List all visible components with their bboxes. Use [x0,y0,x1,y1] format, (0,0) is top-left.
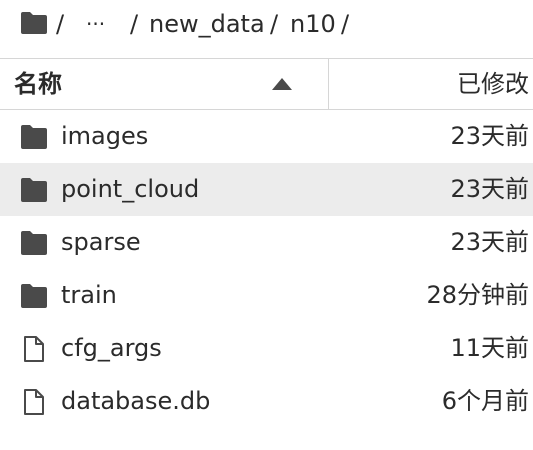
file-modified: 23天前 [450,175,529,203]
breadcrumb-separator: / [56,10,65,38]
file-icon [24,336,44,362]
file-name: train [61,281,117,309]
file-name: cfg_args [61,334,162,362]
breadcrumb-separator: / [270,10,279,38]
modified-column-label: 已修改 [457,70,529,98]
breadcrumb: / ··· / new_data / n10 / [0,0,533,50]
sort-ascending-icon [272,78,292,90]
folder-icon[interactable] [20,12,48,34]
folder-icon [21,231,47,255]
file-row-point-cloud[interactable]: point_cloud 23天前 [0,163,533,216]
file-list: images 23天前 point_cloud 23天前 sparse 23天前… [0,110,533,428]
file-name: point_cloud [61,175,200,203]
file-icon [24,389,44,415]
file-name: database.db [61,387,211,415]
file-modified: 11天前 [450,334,529,362]
breadcrumb-separator: / [341,10,350,38]
file-name: images [61,122,149,150]
file-row-images[interactable]: images 23天前 [0,110,533,163]
name-column-header[interactable]: 名称 [0,59,329,109]
name-column-label: 名称 [14,70,62,98]
file-name: sparse [61,228,141,256]
modified-column-header[interactable]: 已修改 [329,59,533,109]
file-modified: 6个月前 [441,387,529,415]
breadcrumb-ellipsis-button[interactable]: ··· [86,8,105,40]
breadcrumb-item-n10[interactable]: n10 [290,8,336,40]
breadcrumb-separator: / [130,10,139,38]
file-row-cfg-args[interactable]: cfg_args 11天前 [0,322,533,375]
breadcrumb-item-new-data[interactable]: new_data [149,8,265,40]
folder-icon [21,125,47,149]
file-row-train[interactable]: train 28分钟前 [0,269,533,322]
file-modified: 23天前 [450,228,529,256]
file-modified: 23天前 [450,122,529,150]
folder-icon [21,284,47,308]
file-row-sparse[interactable]: sparse 23天前 [0,216,533,269]
file-row-database-db[interactable]: database.db 6个月前 [0,375,533,428]
file-modified: 28分钟前 [426,281,529,309]
column-header: 名称 已修改 [0,58,533,110]
folder-icon [21,178,47,202]
